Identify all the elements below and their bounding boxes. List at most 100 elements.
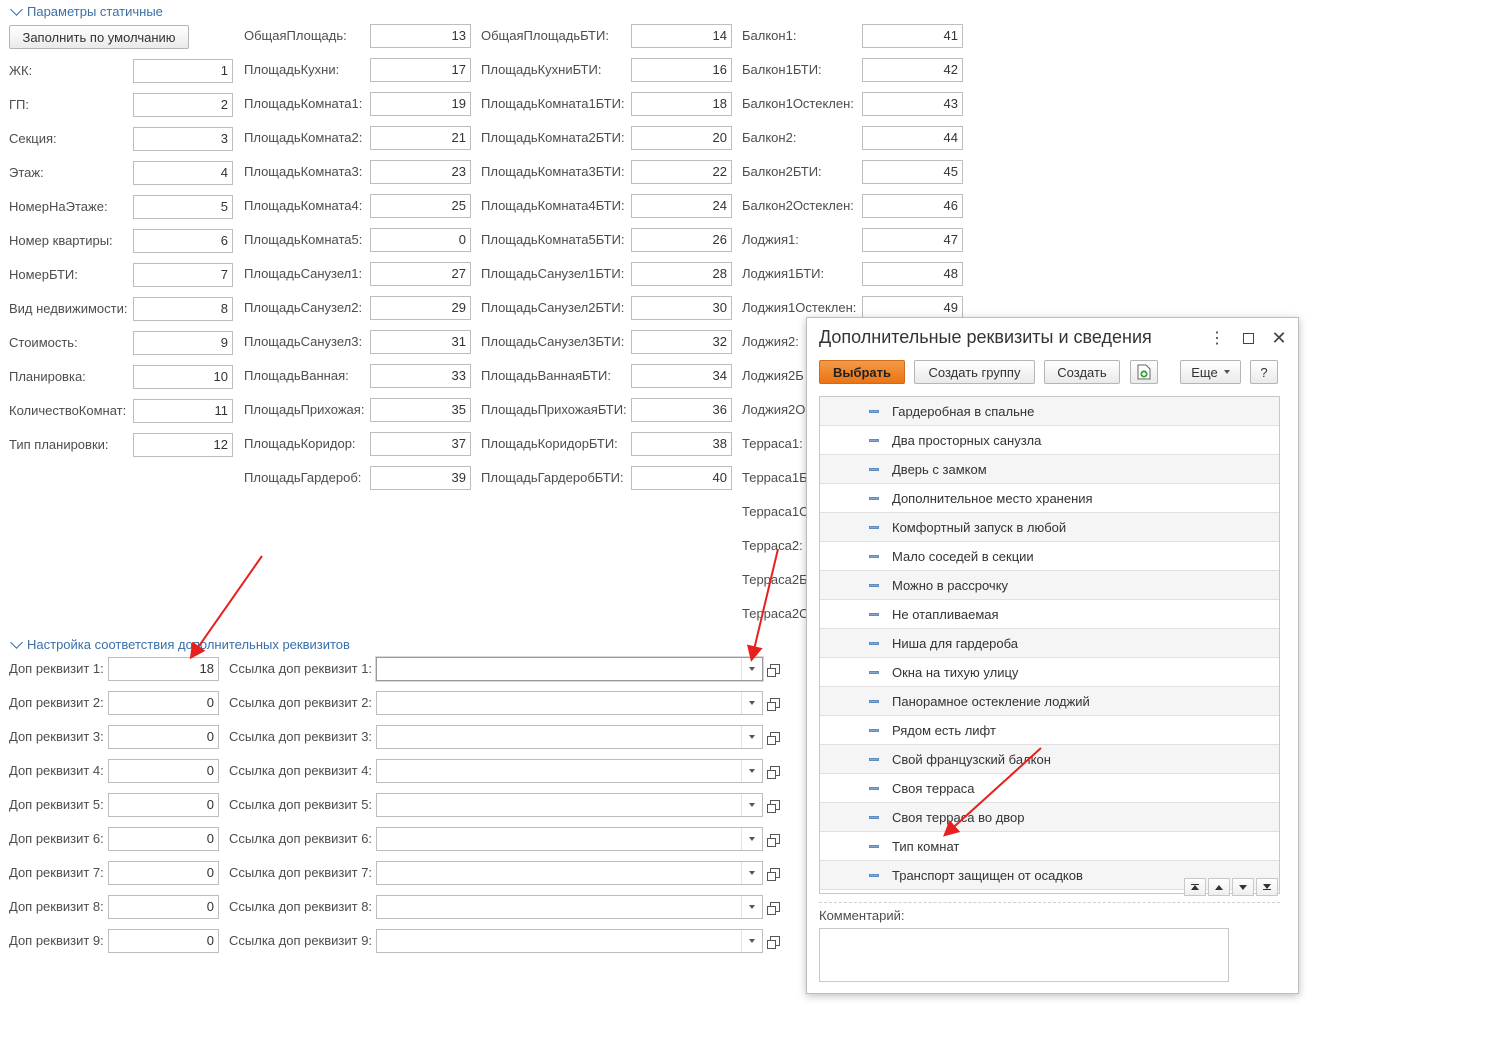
number-field[interactable]: 25 xyxy=(370,194,471,218)
ref-select[interactable] xyxy=(376,793,763,817)
number-field[interactable]: 38 xyxy=(631,432,732,456)
dropdown-button[interactable] xyxy=(741,862,762,884)
dop-rekvizit-field[interactable]: 0 xyxy=(108,759,219,783)
number-field[interactable]: 1 xyxy=(133,59,233,83)
dop-rekvizit-field[interactable]: 0 xyxy=(108,691,219,715)
list-item[interactable]: Дверь с замком xyxy=(820,455,1279,484)
comment-field[interactable] xyxy=(819,928,1229,982)
dropdown-button[interactable] xyxy=(741,794,762,816)
number-field[interactable]: 45 xyxy=(862,160,963,184)
add-from-list-button[interactable] xyxy=(1130,360,1158,384)
number-field[interactable]: 31 xyxy=(370,330,471,354)
close-icon[interactable]: ✕ xyxy=(1269,328,1289,348)
dropdown-button[interactable] xyxy=(741,658,762,680)
ref-select[interactable] xyxy=(376,657,763,681)
number-field[interactable]: 6 xyxy=(133,229,233,253)
move-bottom-button[interactable] xyxy=(1256,878,1278,896)
create-group-button[interactable]: Создать группу xyxy=(914,360,1035,384)
dropdown-button[interactable] xyxy=(741,930,762,952)
number-field[interactable]: 9 xyxy=(133,331,233,355)
dop-rekvizit-field[interactable]: 0 xyxy=(108,861,219,885)
number-field[interactable]: 4 xyxy=(133,161,233,185)
attributes-list[interactable]: Гардеробная в спальне Два просторных сану… xyxy=(819,396,1280,894)
list-item[interactable]: Рядом есть лифт xyxy=(820,716,1279,745)
number-field[interactable]: 37 xyxy=(370,432,471,456)
number-field[interactable]: 22 xyxy=(631,160,732,184)
ref-select[interactable] xyxy=(376,929,763,953)
number-field[interactable]: 12 xyxy=(133,433,233,457)
number-field[interactable]: 14 xyxy=(631,24,732,48)
help-button[interactable]: ? xyxy=(1250,360,1278,384)
ref-select[interactable] xyxy=(376,895,763,919)
number-field[interactable]: 33 xyxy=(370,364,471,388)
ref-select[interactable] xyxy=(376,725,763,749)
number-field[interactable]: 11 xyxy=(133,399,233,423)
open-icon[interactable] xyxy=(765,657,785,681)
section-mapping-toggle[interactable]: Настройка соответствия дополнительных ре… xyxy=(10,636,350,652)
number-field[interactable]: 34 xyxy=(631,364,732,388)
list-item[interactable]: Можно в рассрочку xyxy=(820,571,1279,600)
dropdown-button[interactable] xyxy=(741,760,762,782)
number-field[interactable]: 16 xyxy=(631,58,732,82)
number-field[interactable]: 19 xyxy=(370,92,471,116)
more-vert-icon[interactable]: ⋮ xyxy=(1207,328,1227,348)
number-field[interactable]: 10 xyxy=(133,365,233,389)
open-icon[interactable] xyxy=(765,827,785,851)
number-field[interactable]: 40 xyxy=(631,466,732,490)
number-field[interactable]: 26 xyxy=(631,228,732,252)
move-down-button[interactable] xyxy=(1232,878,1254,896)
number-field[interactable]: 29 xyxy=(370,296,471,320)
open-icon[interactable] xyxy=(765,861,785,885)
section-static-toggle[interactable]: Параметры статичные xyxy=(10,3,163,19)
open-icon[interactable] xyxy=(765,929,785,953)
list-item[interactable]: Не отапливаемая xyxy=(820,600,1279,629)
number-field[interactable]: 23 xyxy=(370,160,471,184)
fill-default-button[interactable]: Заполнить по умолчанию xyxy=(9,25,189,49)
number-field[interactable]: 27 xyxy=(370,262,471,286)
list-item[interactable]: Окна на тихую улицу xyxy=(820,658,1279,687)
number-field[interactable]: 17 xyxy=(370,58,471,82)
number-field[interactable]: 44 xyxy=(862,126,963,150)
number-field[interactable]: 35 xyxy=(370,398,471,422)
dropdown-button[interactable] xyxy=(741,828,762,850)
number-field[interactable]: 21 xyxy=(370,126,471,150)
number-field[interactable]: 24 xyxy=(631,194,732,218)
dop-rekvizit-field[interactable]: 0 xyxy=(108,895,219,919)
open-icon[interactable] xyxy=(765,725,785,749)
number-field[interactable]: 43 xyxy=(862,92,963,116)
list-item[interactable]: Свой французский балкон xyxy=(820,745,1279,774)
list-item[interactable]: Панорамное остекление лоджий xyxy=(820,687,1279,716)
dop-rekvizit-field[interactable]: 0 xyxy=(108,725,219,749)
ref-select[interactable] xyxy=(376,691,763,715)
number-field[interactable]: 48 xyxy=(862,262,963,286)
ref-select[interactable] xyxy=(376,759,763,783)
number-field[interactable]: 28 xyxy=(631,262,732,286)
open-icon[interactable] xyxy=(765,793,785,817)
dropdown-button[interactable] xyxy=(741,726,762,748)
list-item[interactable]: Два просторных санузла xyxy=(820,426,1279,455)
dropdown-button[interactable] xyxy=(741,896,762,918)
list-item[interactable]: Ниша для гардероба xyxy=(820,629,1279,658)
list-item[interactable]: Мало соседей в секции xyxy=(820,542,1279,571)
number-field[interactable]: 7 xyxy=(133,263,233,287)
open-icon[interactable] xyxy=(765,759,785,783)
dop-rekvizit-field[interactable]: 18 xyxy=(108,657,219,681)
create-button[interactable]: Создать xyxy=(1044,360,1120,384)
number-field[interactable]: 3 xyxy=(133,127,233,151)
dropdown-button[interactable] xyxy=(741,692,762,714)
dop-rekvizit-field[interactable]: 0 xyxy=(108,929,219,953)
number-field[interactable]: 46 xyxy=(862,194,963,218)
dop-rekvizit-field[interactable]: 0 xyxy=(108,793,219,817)
move-top-button[interactable] xyxy=(1184,878,1206,896)
open-icon[interactable] xyxy=(765,691,785,715)
ref-select[interactable] xyxy=(376,827,763,851)
number-field[interactable]: 20 xyxy=(631,126,732,150)
number-field[interactable]: 36 xyxy=(631,398,732,422)
open-icon[interactable] xyxy=(765,895,785,919)
list-item[interactable]: Гардеробная в спальне xyxy=(820,397,1279,426)
ref-select[interactable] xyxy=(376,861,763,885)
number-field[interactable]: 0 xyxy=(370,228,471,252)
list-item[interactable]: Своя терраса во двор xyxy=(820,803,1279,832)
number-field[interactable]: 5 xyxy=(133,195,233,219)
number-field[interactable]: 32 xyxy=(631,330,732,354)
